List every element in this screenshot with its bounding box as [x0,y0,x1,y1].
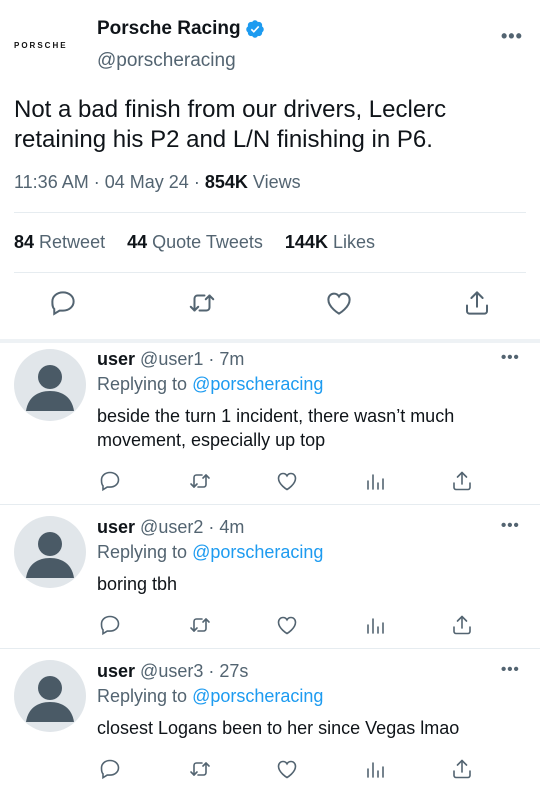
more-options-icon[interactable]: ••• [501,349,520,366]
quote-count: 44 [127,232,148,252]
like-icon[interactable] [324,288,354,318]
tweet-meta: 11:36 AM · 04 May 24 · 854K Views [14,172,301,193]
views-label: Views [252,172,301,192]
reply-actions [0,757,540,783]
retweet-icon[interactable] [188,757,212,781]
avatar[interactable] [14,660,86,732]
replying-label: Replying to [97,542,188,562]
share-icon[interactable] [462,288,492,318]
divider [14,212,526,213]
meta-dot: · [208,517,215,537]
reply-author-name[interactable]: user [97,661,135,681]
reply-author-name[interactable]: user [97,517,135,537]
avatar[interactable] [14,516,86,588]
reply-item[interactable]: user @user2 · 4m ••• Replying to @porsch… [0,505,540,645]
likes-stat[interactable]: 144K Likes [285,232,375,252]
reply-actions [0,613,540,639]
replying-handle[interactable]: @porscheracing [192,686,323,706]
reply-item[interactable]: user @user3 · 27s ••• Replying to @porsc… [0,649,540,793]
reply-author-name[interactable]: user [97,349,135,369]
like-icon[interactable] [275,469,299,493]
divider [14,272,526,273]
replying-handle[interactable]: @porscheracing [192,542,323,562]
meta-dot: · [93,172,100,192]
replying-label: Replying to [97,686,188,706]
reply-author-handle[interactable]: @user2 [140,517,203,537]
analytics-icon[interactable] [363,469,387,493]
quote-label: Quote Tweets [152,232,263,252]
more-options-icon[interactable]: ••• [501,517,520,534]
tweet-date: 04 May 24 [104,172,189,192]
replying-label: Replying to [97,374,188,394]
likes-label: Likes [332,232,375,252]
reply-text: boring tbh [97,574,178,594]
author-handle[interactable]: @porscheracing [97,50,236,72]
author-name[interactable]: Porsche Racing [97,18,265,40]
replying-handle[interactable]: @porscheracing [192,374,323,394]
reply-icon[interactable] [98,613,122,637]
reply-icon[interactable] [48,288,78,318]
views-count: 854K [204,172,248,192]
avatar[interactable] [14,349,86,421]
replying-to: Replying to @porscheracing [97,374,323,395]
meta-dot: · [208,661,215,681]
reply-time: 4m [219,517,245,537]
reply-icon[interactable] [98,757,122,781]
reply-text: beside the turn 1 incident, there wasn’t… [97,406,455,450]
tweet-actions [0,288,540,324]
replying-to: Replying to @porscheracing [97,542,323,563]
like-icon[interactable] [275,757,299,781]
reply-header: user @user3 · 27s [97,661,248,682]
reply-text: closest Logans been to her since Vegas l… [97,718,460,738]
reply-time: 27s [219,661,249,681]
more-options-icon[interactable]: ••• [501,661,520,678]
retweet-stat[interactable]: 84 Retweet [14,232,105,252]
tweet-stats: 84 Retweet 44 Quote Tweets 144K Likes [14,232,392,253]
retweet-icon[interactable] [188,613,212,637]
more-options-icon[interactable]: ••• [501,26,523,47]
reply-time: 7m [219,349,245,369]
reply-author-handle[interactable]: @user3 [140,661,203,681]
retweet-icon[interactable] [188,469,212,493]
verified-badge-icon [245,20,264,38]
reply-item[interactable]: user @user1 · 7m ••• Replying to @porsch… [0,343,540,503]
porsche-logo[interactable]: PORSCHE [14,41,68,50]
retweet-icon[interactable] [187,288,217,318]
reply-header: user @user1 · 7m [97,349,244,370]
likes-count: 144K [284,232,328,252]
author-name-text[interactable]: Porsche Racing [97,18,241,40]
quote-stat[interactable]: 44 Quote Tweets [127,232,263,252]
reply-actions [0,469,540,495]
retweet-label: Retweet [39,232,106,252]
meta-dot: · [208,349,215,369]
reply-icon[interactable] [98,469,122,493]
analytics-icon[interactable] [363,613,387,637]
reply-author-handle[interactable]: @user1 [140,349,203,369]
share-icon[interactable] [450,757,474,781]
meta-dot: · [193,172,200,192]
like-icon[interactable] [275,613,299,637]
analytics-icon[interactable] [363,757,387,781]
tweet-header: PORSCHE Porsche Racing @porscheracing ••… [0,0,540,80]
share-icon[interactable] [450,469,474,493]
reply-header: user @user2 · 4m [97,517,244,538]
tweet-text: Not a bad finish from our drivers, Lecle… [14,96,447,153]
retweet-count: 84 [14,232,35,252]
replying-to: Replying to @porscheracing [97,686,323,707]
tweet-time: 11:36 AM [14,172,89,192]
share-icon[interactable] [450,613,474,637]
